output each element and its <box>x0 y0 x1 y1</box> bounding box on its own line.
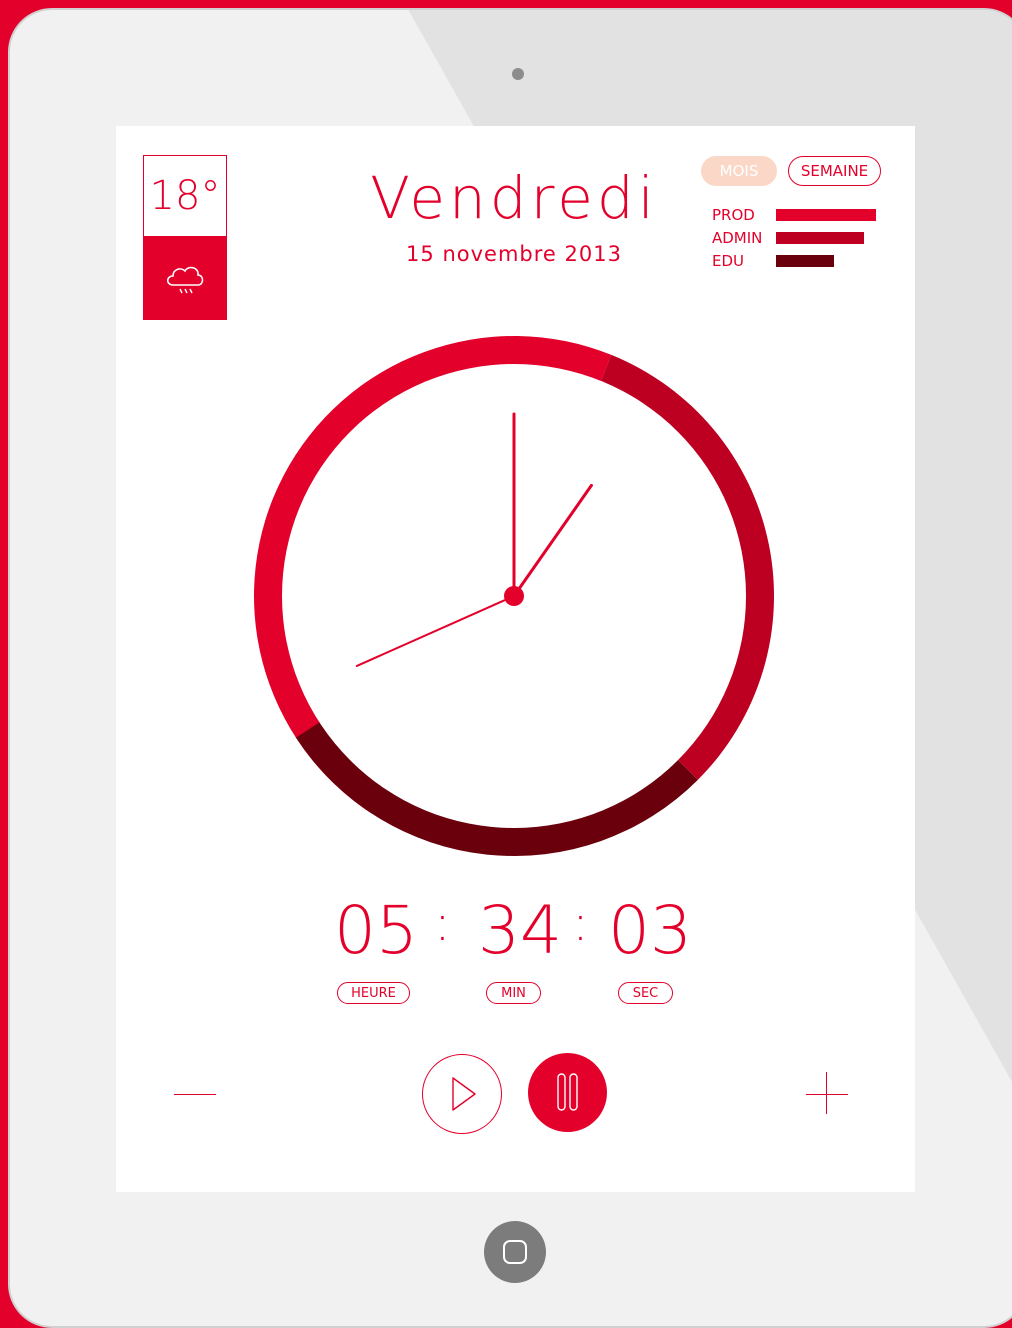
timer-seconds: 03 <box>608 892 692 969</box>
home-button-square-icon <box>503 1240 527 1264</box>
plus-icon-vertical <box>826 1072 827 1114</box>
timer-separator: : <box>572 894 589 952</box>
legend-bar <box>776 255 834 267</box>
month-toggle-button[interactable]: MOIS <box>701 156 777 186</box>
clock-ring <box>253 335 774 856</box>
timer-minutes: 34 <box>478 892 562 969</box>
camera-dot <box>512 68 524 80</box>
week-toggle-button[interactable]: SEMAINE <box>788 156 881 186</box>
pause-button[interactable] <box>528 1053 607 1132</box>
timer-separator: : <box>434 894 451 952</box>
seconds-unit-label: SEC <box>618 982 673 1004</box>
minutes-unit-label: MIN <box>486 982 541 1004</box>
legend-label: EDU <box>712 252 745 270</box>
weather-widget: 18° <box>143 155 227 320</box>
hours-unit-label: HEURE <box>337 982 410 1004</box>
timer-display: 05 : 34 : 03 <box>116 892 915 972</box>
timer-hours: 05 <box>334 892 418 969</box>
legend-bar <box>776 209 876 221</box>
temperature-value: 18° <box>143 155 227 237</box>
date-subtitle: 15 novembre 2013 <box>406 242 622 266</box>
clock-center-dot <box>504 586 524 606</box>
play-icon <box>452 1077 476 1111</box>
day-title: Vendredi <box>370 164 658 232</box>
app-screen: 18° Vendredi 15 novembre 2013 MOIS SEMAI… <box>116 126 915 1192</box>
weather-condition <box>143 237 227 320</box>
rain-cloud-icon <box>166 266 204 293</box>
minus-icon[interactable] <box>174 1094 216 1095</box>
home-button[interactable] <box>484 1221 546 1283</box>
plus-icon-horizontal <box>806 1094 848 1095</box>
legend-label: PROD <box>712 206 755 224</box>
legend-bar <box>776 232 864 244</box>
play-button[interactable] <box>422 1054 502 1134</box>
legend-label: ADMIN <box>712 229 763 247</box>
pause-icon <box>557 1073 578 1111</box>
